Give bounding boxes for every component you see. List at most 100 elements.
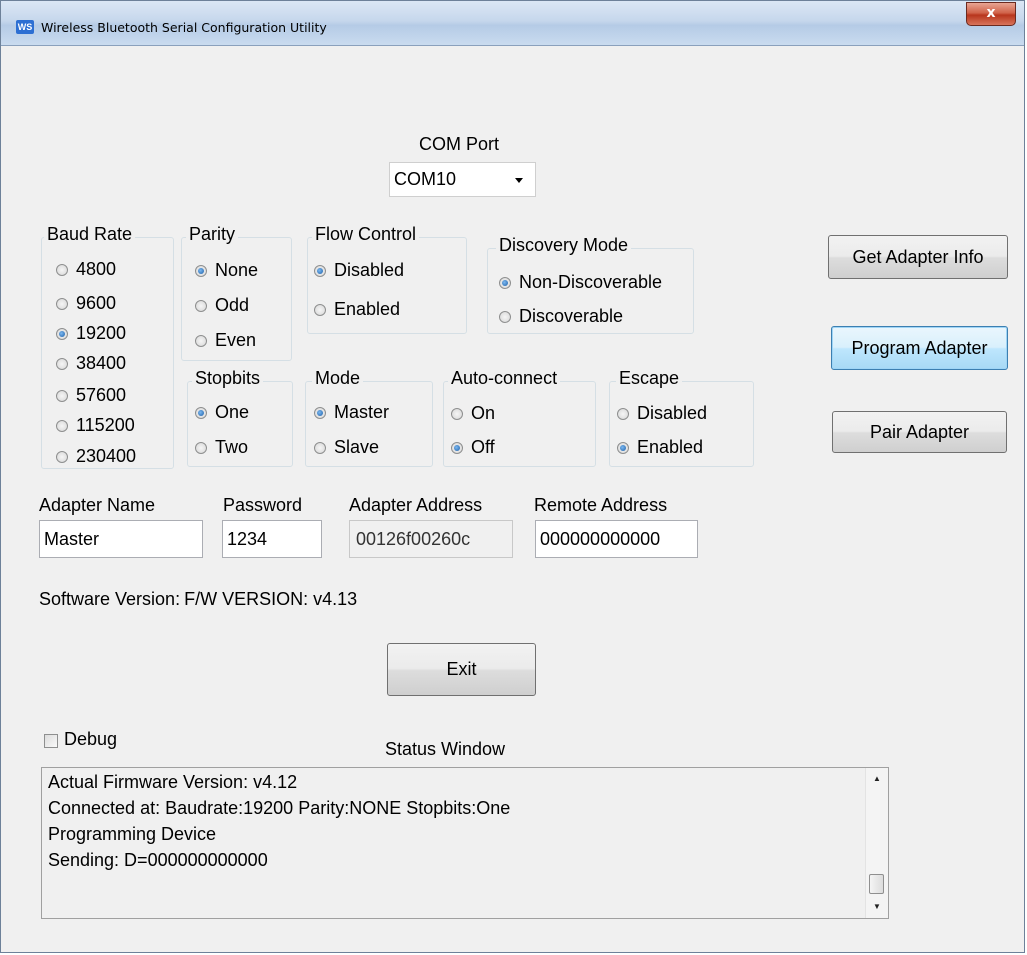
radio-label: One bbox=[215, 402, 250, 422]
radio-selected-icon bbox=[56, 327, 68, 340]
radio-label: 9600 bbox=[76, 293, 117, 313]
baud-115200-radio[interactable]: 115200 bbox=[56, 415, 135, 436]
radio-label: Even bbox=[215, 330, 257, 350]
com-port-label: COM Port bbox=[419, 134, 500, 154]
escape-title: Escape bbox=[616, 368, 683, 389]
com-port-select[interactable]: COM10 bbox=[389, 162, 536, 197]
flow-control-title: Flow Control bbox=[312, 224, 420, 245]
discovery-mode-title: Discovery Mode bbox=[496, 235, 632, 256]
autoconnect-off-radio[interactable]: Off bbox=[451, 437, 495, 458]
discovery-discoverable-radio[interactable]: Discoverable bbox=[499, 306, 623, 327]
software-version-label: Software Version: F/W VERSION: v4.13 bbox=[39, 589, 357, 610]
radio-selected-icon bbox=[314, 406, 326, 419]
radio-selected-icon bbox=[195, 406, 207, 419]
radio-icon bbox=[56, 450, 68, 463]
radio-label: None bbox=[215, 260, 259, 280]
radio-selected-icon bbox=[499, 276, 511, 289]
adapter-address-label: Adapter Address bbox=[349, 495, 483, 515]
mode-title: Mode bbox=[312, 368, 364, 389]
radio-label: Odd bbox=[215, 295, 250, 315]
scroll-up-icon[interactable]: ▲ bbox=[866, 770, 888, 788]
radio-label: 38400 bbox=[76, 353, 127, 373]
software-version-value: F/W VERSION: v4.13 bbox=[184, 589, 358, 609]
baud-38400-radio[interactable]: 38400 bbox=[56, 353, 126, 374]
radio-icon bbox=[56, 263, 68, 276]
radio-icon bbox=[195, 334, 207, 347]
flow-disabled-radio[interactable]: Disabled bbox=[314, 260, 404, 281]
radio-label: 19200 bbox=[76, 323, 127, 343]
parity-odd-radio[interactable]: Odd bbox=[195, 295, 249, 316]
exit-button[interactable]: Exit bbox=[387, 643, 536, 696]
radio-selected-icon bbox=[617, 441, 629, 454]
radio-icon bbox=[56, 297, 68, 310]
get-adapter-info-button[interactable]: Get Adapter Info bbox=[828, 235, 1008, 279]
radio-label: Master bbox=[334, 402, 390, 422]
radio-icon bbox=[451, 407, 463, 420]
radio-label: Non-Discoverable bbox=[519, 272, 663, 292]
close-button[interactable]: x bbox=[966, 2, 1016, 26]
discovery-nondiscoverable-radio[interactable]: Non-Discoverable bbox=[499, 272, 662, 293]
adapter-name-label: Adapter Name bbox=[39, 495, 156, 515]
radio-icon bbox=[195, 299, 207, 312]
status-window[interactable]: Actual Firmware Version: v4.12 Connected… bbox=[41, 767, 889, 919]
scrollbar-thumb[interactable] bbox=[869, 874, 884, 894]
radio-label: Enabled bbox=[334, 299, 401, 319]
escape-disabled-radio[interactable]: Disabled bbox=[617, 403, 707, 424]
radio-icon bbox=[195, 441, 207, 454]
software-version-prefix: Software Version: bbox=[39, 589, 181, 609]
radio-label: 57600 bbox=[76, 385, 127, 405]
parity-even-radio[interactable]: Even bbox=[195, 330, 256, 351]
status-line: Sending: D=000000000000 bbox=[48, 850, 268, 870]
parity-title: Parity bbox=[186, 224, 239, 245]
adapter-name-field[interactable]: Master bbox=[39, 520, 203, 558]
radio-icon bbox=[56, 419, 68, 432]
radio-selected-icon bbox=[314, 264, 326, 277]
radio-icon bbox=[56, 357, 68, 370]
radio-icon bbox=[314, 303, 326, 316]
window-title: Wireless Bluetooth Serial Configuration … bbox=[41, 20, 327, 35]
client-area: COM Port COM10 Baud Rate 4800 9600 19200… bbox=[9, 46, 1016, 944]
chevron-down-icon[interactable] bbox=[515, 178, 523, 183]
radio-icon bbox=[617, 407, 629, 420]
radio-label: Slave bbox=[334, 437, 380, 457]
scroll-down-icon[interactable]: ▼ bbox=[866, 898, 888, 916]
radio-label: 230400 bbox=[76, 446, 137, 466]
stopbits-title: Stopbits bbox=[192, 368, 264, 389]
stopbits-one-radio[interactable]: One bbox=[195, 402, 249, 423]
radio-selected-icon bbox=[195, 264, 207, 277]
remote-address-field[interactable]: 000000000000 bbox=[535, 520, 698, 558]
password-label: Password bbox=[223, 495, 303, 515]
baud-9600-radio[interactable]: 9600 bbox=[56, 293, 116, 314]
radio-label: Enabled bbox=[637, 437, 704, 457]
escape-enabled-radio[interactable]: Enabled bbox=[617, 437, 703, 458]
autoconnect-on-radio[interactable]: On bbox=[451, 403, 495, 424]
radio-icon bbox=[56, 389, 68, 402]
stopbits-two-radio[interactable]: Two bbox=[195, 437, 248, 458]
app-logo-icon: WS bbox=[16, 20, 34, 34]
program-adapter-button[interactable]: Program Adapter bbox=[831, 326, 1008, 370]
pair-adapter-button[interactable]: Pair Adapter bbox=[832, 411, 1007, 453]
parity-none-radio[interactable]: None bbox=[195, 260, 258, 281]
adapter-address-field: 00126f00260c bbox=[349, 520, 513, 558]
baud-57600-radio[interactable]: 57600 bbox=[56, 385, 126, 406]
status-window-label: Status Window bbox=[385, 739, 506, 759]
debug-label[interactable]: Debug bbox=[64, 729, 117, 750]
status-line: Connected at: Baudrate:19200 Parity:NONE… bbox=[48, 798, 511, 818]
baud-230400-radio[interactable]: 230400 bbox=[56, 446, 136, 467]
radio-label: Off bbox=[471, 437, 495, 457]
radio-label: Disabled bbox=[637, 403, 708, 423]
vertical-scrollbar[interactable]: ▲ ▼ bbox=[865, 768, 888, 918]
remote-address-label: Remote Address bbox=[534, 495, 668, 515]
radio-label: Discoverable bbox=[519, 306, 624, 326]
mode-slave-radio[interactable]: Slave bbox=[314, 437, 379, 458]
title-bar: WS Wireless Bluetooth Serial Configurati… bbox=[1, 1, 1024, 46]
password-field[interactable]: 1234 bbox=[222, 520, 322, 558]
baud-19200-radio[interactable]: 19200 bbox=[56, 323, 126, 344]
flow-enabled-radio[interactable]: Enabled bbox=[314, 299, 400, 320]
debug-checkbox[interactable] bbox=[44, 734, 58, 748]
baud-4800-radio[interactable]: 4800 bbox=[56, 259, 116, 280]
mode-master-radio[interactable]: Master bbox=[314, 402, 389, 423]
radio-label: 4800 bbox=[76, 259, 117, 279]
auto-connect-title: Auto-connect bbox=[448, 368, 561, 389]
radio-label: Disabled bbox=[334, 260, 405, 280]
